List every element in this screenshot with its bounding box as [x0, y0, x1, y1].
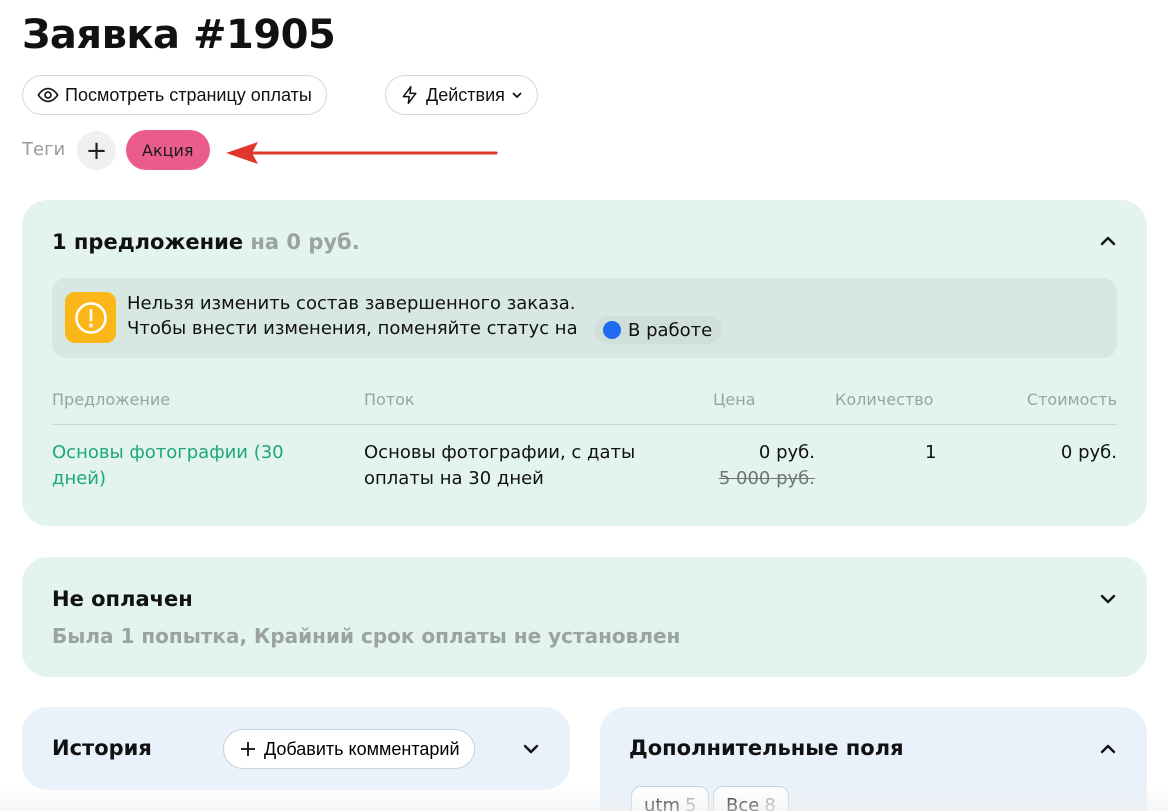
- chevron-down-icon[interactable]: [521, 739, 541, 759]
- tag-chip-promo[interactable]: Акция: [126, 130, 210, 170]
- offer-total: 0 руб.: [1060, 442, 1117, 463]
- chevron-up-icon[interactable]: [1098, 231, 1118, 251]
- page-title: Заявка #1905: [22, 12, 336, 58]
- offers-sum: на 0 руб.: [250, 230, 360, 254]
- plus-icon: +: [85, 135, 108, 166]
- extra-fields-title: Дополнительные поля: [629, 736, 904, 760]
- add-comment-label: Добавить комментарий: [264, 738, 460, 759]
- offers-header: 1 предложение на 0 руб.: [52, 230, 360, 254]
- add-tag-button[interactable]: +: [77, 131, 116, 170]
- tab-label: Все: [726, 795, 760, 811]
- actions-dropdown-button[interactable]: Действия: [385, 75, 538, 115]
- column-header-quantity: Количество: [835, 390, 934, 409]
- column-header-offer: Предложение: [52, 390, 171, 409]
- exclamation-circle-icon: [65, 292, 116, 343]
- offer-old-price: 5 000 руб.: [718, 468, 815, 489]
- column-header-price: Цена: [713, 390, 756, 409]
- lightning-icon: [402, 85, 417, 105]
- tag-label: Акция: [142, 140, 194, 160]
- history-title: История: [52, 736, 152, 760]
- notice-line-2: Чтобы внести изменения, поменяйте статус…: [127, 318, 578, 339]
- payment-card[interactable]: [22, 557, 1147, 677]
- offers-count: 1 предложение: [52, 230, 244, 254]
- chevron-up-icon[interactable]: [1098, 739, 1118, 759]
- payment-status-subtitle: Была 1 попытка, Крайний срок оплаты не у…: [52, 624, 681, 648]
- offer-link[interactable]: Основы фотографии (30 дней): [52, 440, 322, 492]
- table-divider: [52, 424, 1117, 425]
- view-payment-page-label: Посмотреть страницу оплаты: [65, 84, 312, 105]
- status-dot-icon: [603, 321, 621, 339]
- tab-label: utm: [644, 795, 680, 811]
- status-label: В работе: [628, 319, 713, 341]
- status-chip-in-progress[interactable]: В работе: [595, 316, 723, 344]
- notice-box: Нельзя изменить состав завершенного зака…: [52, 278, 1117, 358]
- view-payment-page-button[interactable]: Посмотреть страницу оплаты: [22, 75, 327, 115]
- offer-price-cell: 0 руб. 5 000 руб.: [690, 440, 815, 492]
- eye-icon: [37, 87, 59, 103]
- offer-quantity: 1: [925, 442, 937, 463]
- tags-label: Теги: [22, 139, 66, 160]
- chevron-down-icon: [512, 92, 522, 99]
- offer-stream: Основы фотографии, с даты оплаты на 30 д…: [364, 442, 636, 489]
- chevron-down-icon[interactable]: [1098, 589, 1118, 609]
- annotation-arrow-icon: [226, 142, 498, 164]
- actions-label: Действия: [426, 84, 505, 105]
- column-header-total: Стоимость: [1026, 390, 1117, 409]
- extra-fields-tab-all[interactable]: Все 8: [713, 786, 789, 811]
- payment-status-title: Не оплачен: [52, 587, 193, 611]
- tab-count: 8: [764, 795, 776, 811]
- offer-price: 0 руб.: [758, 442, 815, 463]
- plus-icon: [241, 742, 255, 756]
- tab-count: 5: [685, 795, 697, 811]
- column-header-stream: Поток: [364, 390, 415, 409]
- extra-fields-tab-utm[interactable]: utm 5: [631, 786, 710, 811]
- add-comment-button[interactable]: Добавить комментарий: [223, 729, 475, 769]
- notice-line-1: Нельзя изменить состав завершенного зака…: [127, 293, 576, 314]
